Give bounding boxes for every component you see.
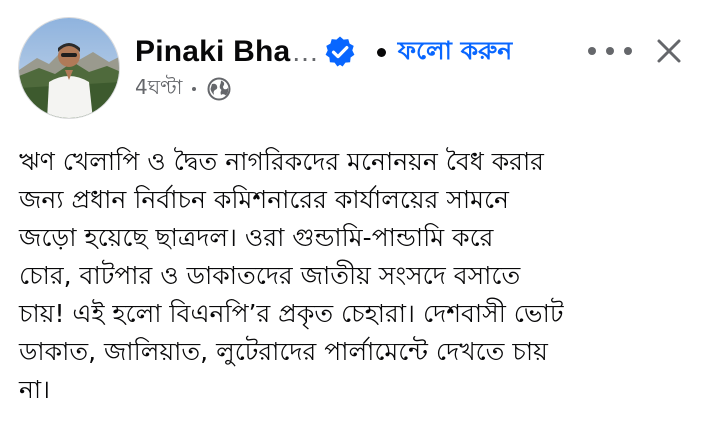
name-truncation: ... [292, 36, 319, 67]
meta-separator-dot [192, 87, 197, 91]
post-meta: 4ঘণ্টা [135, 74, 232, 104]
more-dot [624, 47, 632, 55]
globe-icon[interactable] [206, 76, 232, 102]
more-options-icon[interactable] [588, 40, 632, 62]
profile-photo [19, 18, 119, 118]
verified-badge-icon [325, 36, 355, 67]
post-body-text: ঋণ খেলাপি ও দ্বৈত নাগরিকদের মনোনয়ন বৈধ … [19, 147, 564, 404]
more-dot [606, 47, 614, 55]
close-icon[interactable] [652, 34, 686, 68]
post-header: Pinaki Bha ... ফলো করুন 4ঘণ্টা [0, 0, 719, 120]
author-name[interactable]: Pinaki Bha [135, 35, 290, 69]
follow-button[interactable]: ফলো করুন [398, 31, 513, 74]
post-timestamp[interactable]: 4ঘণ্টা [135, 73, 182, 106]
author-name-row: Pinaki Bha ... ফলো করুন [135, 30, 512, 74]
separator-dot [376, 47, 386, 57]
author-avatar[interactable] [18, 17, 120, 119]
more-dot [588, 47, 596, 55]
